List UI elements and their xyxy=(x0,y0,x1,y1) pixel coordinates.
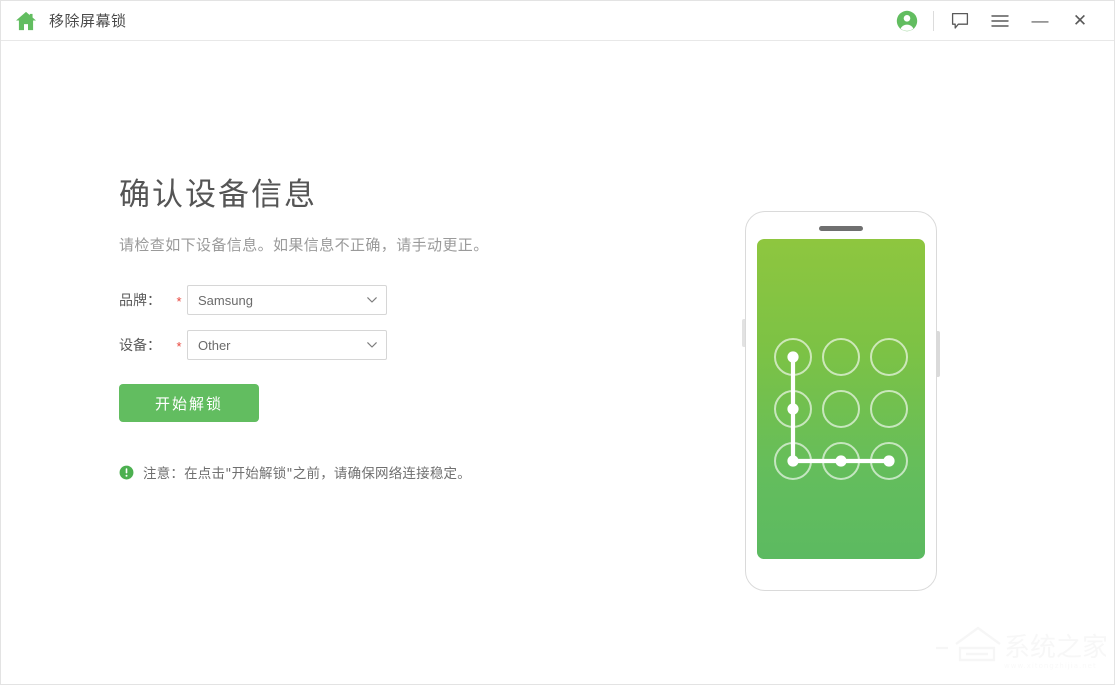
device-label: 设备： xyxy=(119,338,161,355)
page-subtitle: 请检查如下设备信息。如果信息不正确，请手动更正。 xyxy=(119,236,489,255)
exclamation-circle-icon xyxy=(119,465,134,480)
brand-required-mark: * xyxy=(176,293,182,309)
title-bar-left: 移除屏幕锁 xyxy=(15,10,127,31)
hamburger-menu-icon-svg xyxy=(991,14,1009,27)
home-icon-svg xyxy=(16,11,36,30)
device-select-value: Other xyxy=(198,337,231,353)
home-icon[interactable] xyxy=(15,11,37,31)
phone-screen xyxy=(757,239,925,559)
brand-label: 品牌： xyxy=(119,293,161,310)
user-account-icon[interactable] xyxy=(887,1,927,41)
watermark: 系统之家 www.xitongzhijia.net xyxy=(936,626,1106,670)
page-title: 确认设备信息 xyxy=(119,177,317,213)
watermark-text: 系统之家 xyxy=(1004,633,1106,663)
phone-pattern-lock-illustration xyxy=(742,211,940,591)
hamburger-menu-icon[interactable] xyxy=(980,1,1020,41)
chevron-down-icon xyxy=(367,297,377,303)
close-icon[interactable]: ✕ xyxy=(1060,1,1100,41)
chevron-down-icon xyxy=(367,342,377,348)
minimize-glyph: — xyxy=(1031,11,1049,30)
notice-row: 注意：在点击"开始解锁"之前，请确保网络连接稳定。 xyxy=(119,462,639,482)
device-required-mark: * xyxy=(176,338,182,354)
title-bar-controls: — ✕ xyxy=(887,1,1100,41)
speech-bubble-icon-svg xyxy=(951,12,969,29)
user-account-icon-svg xyxy=(896,10,918,31)
phone-side-button xyxy=(937,331,940,377)
form-row-device: 设备： * Other xyxy=(119,330,639,361)
brand-select[interactable]: Samsung xyxy=(187,285,387,316)
close-glyph: ✕ xyxy=(1072,11,1088,30)
title-bar: 移除屏幕锁 — ✕ xyxy=(1,1,1114,41)
phone-volume-button xyxy=(742,319,745,347)
form-row-brand: 品牌： * Samsung xyxy=(119,285,639,316)
app-title: 移除屏幕锁 xyxy=(49,12,127,30)
watermark-subtext: www.xitongzhijia.net xyxy=(1004,662,1097,670)
device-select[interactable]: Other xyxy=(187,330,387,361)
speech-bubble-icon[interactable] xyxy=(940,1,980,41)
device-form: 品牌： * Samsung 设备： * Other 开始解锁 注意：在点击"开始… xyxy=(119,285,639,482)
app-window: 移除屏幕锁 — ✕ 确认设备信息 请检查如下设备信息。如果信息不正确，请手动更正… xyxy=(0,0,1115,685)
phone-speaker-grill xyxy=(819,226,863,231)
start-unlock-button[interactable]: 开始解锁 xyxy=(119,384,259,423)
minimize-icon[interactable]: — xyxy=(1020,1,1060,41)
notice-text: 注意：在点击"开始解锁"之前，请确保网络连接稳定。 xyxy=(143,466,471,483)
pattern-lock-grid xyxy=(774,338,908,480)
brand-select-value: Samsung xyxy=(198,292,253,308)
title-bar-divider xyxy=(933,10,934,31)
device-info-panel: 确认设备信息 请检查如下设备信息。如果信息不正确，请手动更正。 品牌： * Sa… xyxy=(119,177,639,482)
main-content: 确认设备信息 请检查如下设备信息。如果信息不正确，请手动更正。 品牌： * Sa… xyxy=(1,41,1114,684)
